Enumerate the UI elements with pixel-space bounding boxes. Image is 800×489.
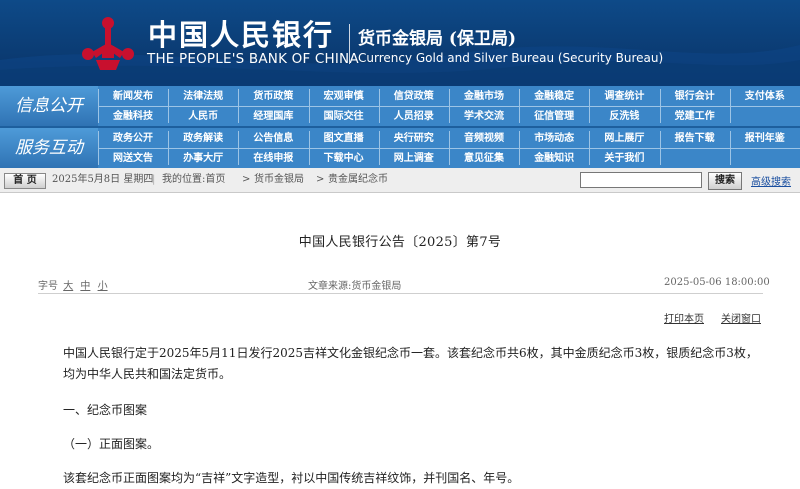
- home-button[interactable]: 首 页: [4, 173, 46, 189]
- close-window-link[interactable]: 关闭窗口: [721, 310, 761, 325]
- nav-item[interactable]: 市场动态: [519, 129, 589, 148]
- nav-item[interactable]: 金融稳定: [519, 87, 589, 106]
- meta-divider: [38, 293, 763, 294]
- nav-item[interactable]: 国际交往: [309, 107, 379, 126]
- nav-item[interactable]: 在线申报: [238, 149, 308, 168]
- breadcrumb-arrow: >: [242, 174, 251, 185]
- nav-group-service-label: 服务互动: [0, 128, 98, 168]
- main-navigation: 信息公开 服务互动 新闻发布 法律法规 货币政策 宏观审慎 信贷政策 金融市场 金融稳定 调查…: [0, 86, 800, 168]
- bank-name-cn: 中国人民银行: [148, 18, 335, 52]
- nav-item[interactable]: 金融知识: [519, 149, 589, 168]
- nav-item[interactable]: 报刊年鉴: [730, 129, 800, 148]
- nav-item[interactable]: 调查统计: [589, 87, 659, 106]
- nav-item[interactable]: 人民币: [168, 107, 238, 126]
- print-link[interactable]: 打印本页: [664, 310, 704, 325]
- nav-item[interactable]: 新闻发布: [98, 87, 168, 106]
- nav-item[interactable]: 网上展厅: [589, 129, 659, 148]
- article-title: 中国人民银行公告〔2025〕第7号: [298, 235, 502, 250]
- breadcrumb-arrow: >: [316, 174, 325, 185]
- nav-item[interactable]: 人员招录: [379, 107, 449, 126]
- nav-item[interactable]: 信贷政策: [379, 87, 449, 106]
- article-datetime: 2025-05-06 18:00:00: [664, 277, 770, 288]
- font-size-large[interactable]: 大: [63, 281, 73, 292]
- font-size-medium[interactable]: 中: [80, 281, 90, 292]
- bank-name-en: THE PEOPLE'S BANK OF CHINA: [147, 51, 359, 67]
- site-header: 中国人民银行 THE PEOPLE'S BANK OF CHINA 货币金银局 …: [0, 0, 800, 86]
- nav-item[interactable]: 金融科技: [98, 107, 168, 126]
- subsection-heading: （一）正面图案。: [63, 437, 160, 451]
- nav-item[interactable]: 关于我们: [589, 149, 659, 168]
- bureau-name-en: Currency Gold and Silver Bureau (Securit…: [358, 51, 664, 65]
- paragraph-intro: 中国人民银行定于2025年5月11日发行2025吉祥文化金银纪念币一套。该套纪念…: [63, 346, 758, 381]
- nav-item[interactable]: 反洗钱: [589, 107, 659, 126]
- breadcrumb-location[interactable]: 我的位置:首页: [162, 173, 225, 187]
- nav-item[interactable]: 政务公开: [98, 129, 168, 148]
- nav-item[interactable]: 货币政策: [238, 87, 308, 106]
- nav-item[interactable]: 党建工作: [660, 107, 730, 126]
- breadcrumb-bar: 首 页 2025年5月8日 星期四 | 我的位置:首页 > 货币金银局 > 贵金…: [0, 168, 800, 193]
- breadcrumb-level1[interactable]: 货币金银局: [254, 173, 304, 187]
- nav-row-divider: [98, 106, 800, 107]
- nav-item[interactable]: 网送文告: [98, 149, 168, 168]
- article-content: 中国人民银行公告〔2025〕第7号 字号 大 中 小 文章来源:货币金银局 20…: [0, 193, 800, 486]
- nav-item[interactable]: 意见征集: [449, 149, 519, 168]
- current-date: 2025年5月8日 星期四: [52, 174, 154, 185]
- breadcrumb-level2[interactable]: 贵金属纪念币: [328, 173, 388, 187]
- bureau-name-cn: 货币金银局 (保卫局): [358, 29, 517, 49]
- nav-item[interactable]: 法律法规: [168, 87, 238, 106]
- nav-item[interactable]: 银行会计: [660, 87, 730, 106]
- nav-item[interactable]: 宏观审慎: [309, 87, 379, 106]
- nav-item[interactable]: 金融市场: [449, 87, 519, 106]
- search-input[interactable]: [580, 172, 702, 188]
- nav-item[interactable]: 办事大厅: [168, 149, 238, 168]
- crumb-separator: |: [152, 174, 156, 185]
- nav-grid-service: 政务公开 政务解读 公告信息 图文直播 央行研究 音频视频 市场动态 网上展厅 报告下载 报刊年鉴…: [98, 128, 800, 168]
- nav-row-divider: [98, 148, 800, 149]
- font-size-control: 字号 大 中 小: [38, 277, 110, 292]
- article-source: 文章来源:货币金银局: [308, 281, 402, 292]
- nav-item[interactable]: 图文直播: [309, 129, 379, 148]
- nav-group-info-label: 信息公开: [0, 86, 98, 126]
- font-size-small[interactable]: 小: [98, 281, 108, 292]
- nav-item[interactable]: 政务解读: [168, 129, 238, 148]
- nav-item[interactable]: 经理国库: [238, 107, 308, 126]
- font-size-label: 字号: [38, 281, 58, 292]
- nav-item[interactable]: 报告下载: [660, 129, 730, 148]
- pboc-emblem-icon: [82, 17, 134, 70]
- nav-item[interactable]: 音频视频: [449, 129, 519, 148]
- nav-item[interactable]: 下载中心: [309, 149, 379, 168]
- nav-grid-info: 新闻发布 法律法规 货币政策 宏观审慎 信贷政策 金融市场 金融稳定 调查统计 银行会计 支付体系…: [98, 86, 800, 126]
- nav-item[interactable]: 学术交流: [449, 107, 519, 126]
- nav-item[interactable]: 征信管理: [519, 107, 589, 126]
- nav-item[interactable]: 支付体系: [730, 87, 800, 106]
- header-divider: [349, 24, 350, 64]
- advanced-search-link[interactable]: 高级搜索: [751, 173, 791, 188]
- nav-item[interactable]: 公告信息: [238, 129, 308, 148]
- nav-item[interactable]: 网上调查: [379, 149, 449, 168]
- search-button[interactable]: 搜索: [708, 172, 742, 190]
- nav-item[interactable]: 央行研究: [379, 129, 449, 148]
- section-heading: 一、纪念币图案: [63, 403, 148, 417]
